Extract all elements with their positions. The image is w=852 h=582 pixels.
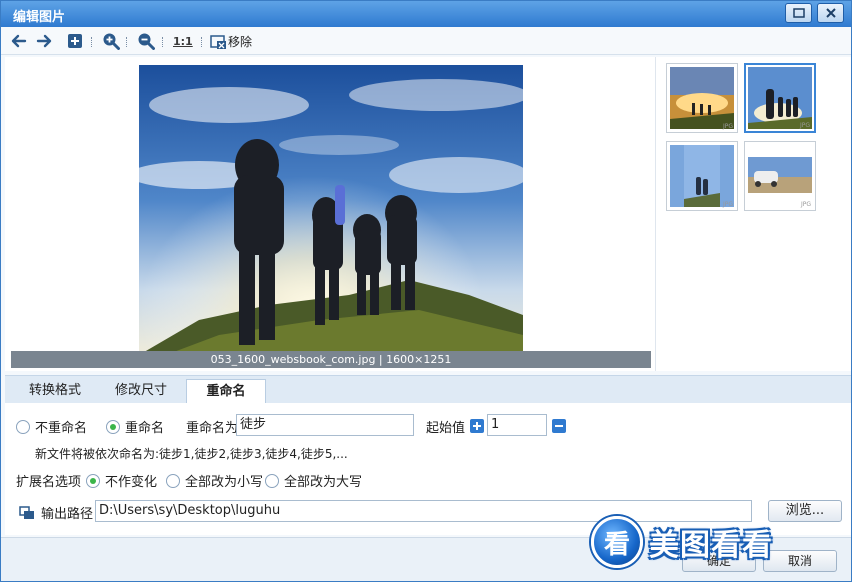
arrow-right-icon (36, 34, 52, 48)
thumbnail-image (748, 145, 812, 207)
toolbar-separator (126, 37, 127, 47)
remove-label: 移除 (228, 34, 253, 49)
thumbnail-image (748, 67, 812, 129)
zoom-out-button[interactable] (137, 32, 155, 50)
tab-convert-format[interactable]: 转换格式 (17, 379, 93, 404)
title-bar: 编辑图片 (1, 1, 851, 27)
radio-ext-lowercase[interactable] (166, 473, 180, 488)
edit-image-window: 编辑图片 1:1 移除 053_1600_websbook_com.jpg | … (0, 0, 852, 582)
extension-options-label: 扩展名选项 (16, 475, 82, 490)
ext-uppercase-option[interactable]: 全部改为大写 (265, 471, 362, 490)
ext-lowercase-option[interactable]: 全部改为小写 (166, 471, 263, 490)
zoom-in-button[interactable] (102, 32, 120, 50)
watermark-text: 美图看看 (649, 528, 773, 563)
preview-area: 053_1600_websbook_com.jpg | 1600×1251 (5, 57, 655, 371)
zoom-in-icon (103, 33, 120, 50)
output-path-row: 输出路径 (19, 503, 93, 522)
thumbnail-image (670, 67, 734, 129)
ext-lowercase-label: 全部改为小写 (185, 475, 264, 490)
app-watermark-logo: 看 美图看看 (591, 513, 811, 571)
start-value-input[interactable]: 1 (487, 414, 547, 436)
window-title: 编辑图片 (13, 10, 66, 25)
toolbar: 1:1 移除 (1, 27, 851, 55)
ext-no-change-option[interactable]: 不作变化 (86, 471, 157, 490)
maximize-icon (792, 8, 805, 18)
start-value-label: 起始值 (426, 421, 466, 436)
no-rename-option[interactable]: 不重命名 (16, 417, 87, 436)
actual-size-button[interactable]: 1:1 (173, 32, 193, 50)
rename-as-input[interactable]: 徒步 (236, 414, 414, 436)
toolbar-separator (91, 37, 92, 47)
thumbnail-format: JPG (800, 201, 811, 208)
remove-button[interactable]: 移除 (210, 32, 252, 50)
radio-ext-uppercase[interactable] (265, 473, 279, 488)
no-rename-label: 不重命名 (35, 421, 88, 436)
rename-option[interactable]: 重命名 (106, 417, 164, 436)
radio-no-rename[interactable] (16, 419, 30, 434)
actual-size-label: 1:1 (173, 34, 193, 48)
radio-rename[interactable] (106, 419, 120, 434)
thumbnail-2-selected[interactable]: JPG (744, 63, 816, 133)
back-button[interactable] (11, 32, 27, 50)
thumbnail-4[interactable]: JPG (744, 141, 816, 211)
zoom-out-icon (138, 33, 155, 50)
maximize-button[interactable] (785, 3, 812, 23)
thumbnail-format: JPG (722, 123, 733, 130)
ext-uppercase-label: 全部改为大写 (284, 475, 363, 490)
plus-icon (473, 422, 481, 430)
thumbnail-1[interactable]: JPG (666, 63, 738, 133)
close-button[interactable] (817, 3, 844, 23)
add-image-button[interactable] (67, 32, 83, 50)
thumbnail-panel: JPG JPG JPG JPG (655, 57, 851, 371)
watermark-eye-icon: 看 (591, 516, 643, 568)
image-caption: 053_1600_websbook_com.jpg | 1600×1251 (11, 351, 651, 368)
plus-square-icon (68, 34, 82, 48)
tab-bar: 转换格式 修改尺寸 重命名 (5, 375, 851, 404)
tab-rename[interactable]: 重命名 (186, 379, 266, 404)
thumbnail-image (670, 145, 734, 207)
toolbar-separator (201, 37, 202, 47)
hikers-photo (139, 65, 523, 365)
rename-label: 重命名 (125, 421, 165, 436)
tab-resize[interactable]: 修改尺寸 (103, 379, 179, 404)
toolbar-separator (162, 37, 163, 47)
preview-image[interactable] (139, 65, 523, 365)
thumbnail-format: JPG (799, 122, 810, 129)
ext-no-change-label: 不作变化 (105, 475, 158, 490)
radio-ext-no-change[interactable] (86, 473, 100, 488)
thumbnail-3[interactable]: JPG (666, 141, 738, 211)
folder-icon (19, 505, 34, 519)
remove-image-icon (210, 34, 226, 49)
decrement-button[interactable] (552, 419, 566, 433)
minus-icon (555, 425, 563, 427)
rename-preview-text: 新文件将被依次命名为:徒步1,徒步2,徒步3,徒步4,徒步5,... (35, 447, 348, 461)
increment-button[interactable] (470, 419, 484, 433)
close-icon (825, 8, 836, 18)
arrow-left-icon (11, 34, 27, 48)
forward-button[interactable] (36, 32, 52, 50)
thumbnail-format: JPG (722, 201, 733, 208)
output-path-label: 输出路径 (41, 507, 94, 522)
rename-as-label: 重命名为 (186, 421, 239, 436)
